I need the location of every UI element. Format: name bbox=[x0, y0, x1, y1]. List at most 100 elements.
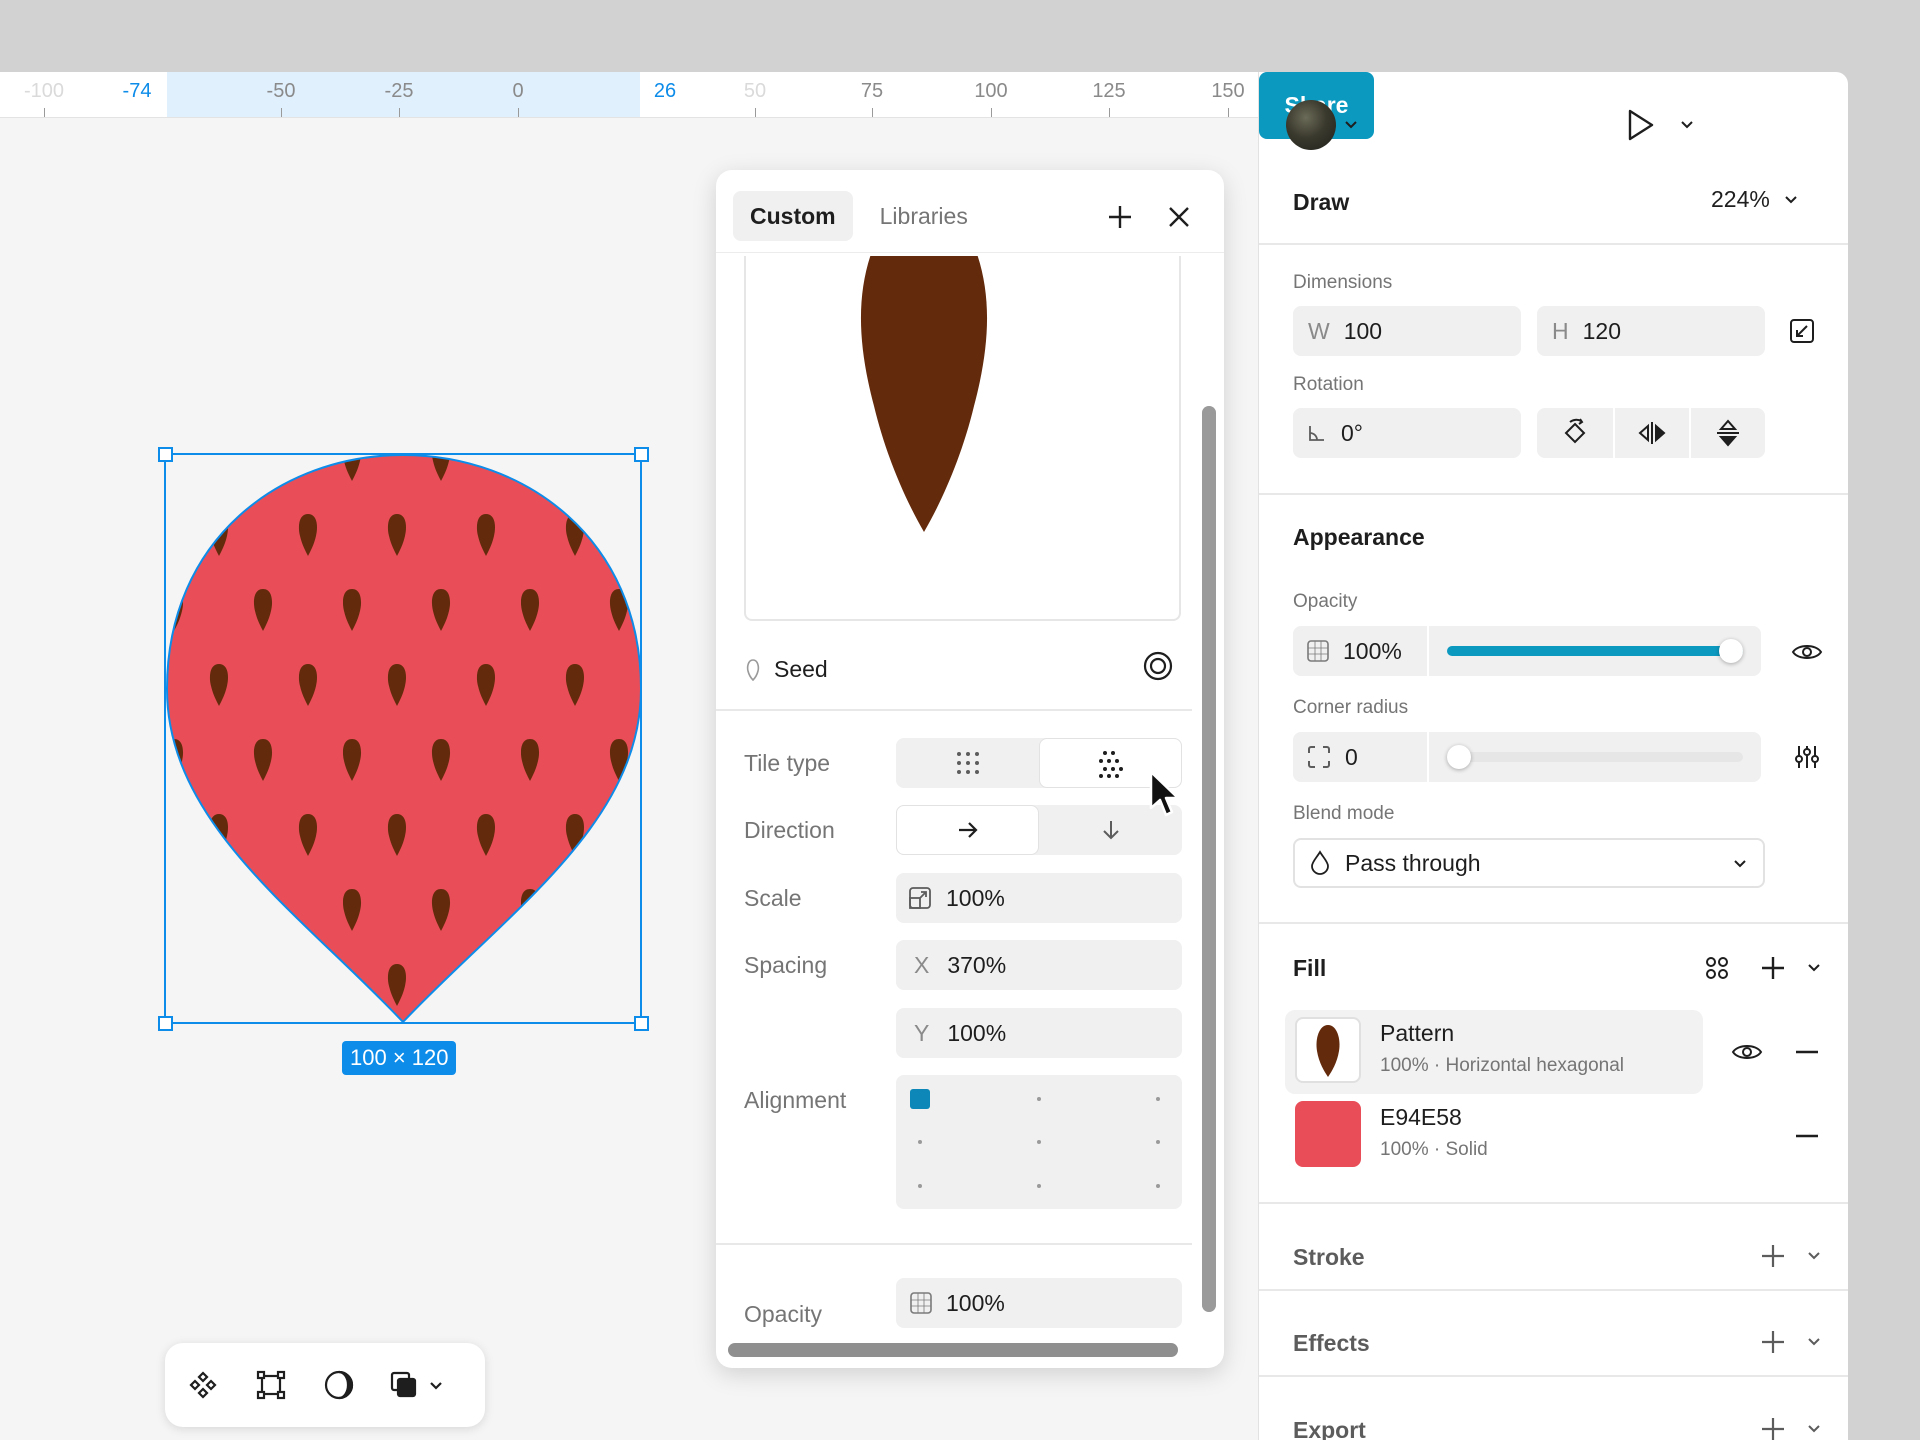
ruler-tick-selection-start: -74 bbox=[122, 80, 152, 102]
corner-radius-input[interactable]: 0 bbox=[1293, 732, 1429, 782]
alignment-grid[interactable] bbox=[896, 1075, 1182, 1209]
fill-item-pattern[interactable]: Pattern 100% · Horizontal hexagonal bbox=[1285, 1010, 1703, 1094]
ruler-tick-selection-end: 26 bbox=[653, 80, 677, 102]
mask-icon[interactable] bbox=[319, 1365, 359, 1405]
corner-radius-slider-thumb[interactable] bbox=[1447, 745, 1471, 769]
pattern-opacity-label: Opacity bbox=[744, 1301, 822, 1327]
opacity-slider[interactable] bbox=[1447, 639, 1743, 663]
width-input[interactable]: W 100 bbox=[1293, 306, 1521, 356]
styles-icon[interactable] bbox=[1699, 950, 1735, 986]
scale-input[interactable]: 100% bbox=[896, 873, 1182, 923]
spacing-x-prefix: X bbox=[914, 951, 930, 978]
pattern-opacity-input[interactable]: 100% bbox=[896, 1278, 1182, 1328]
pattern-fill-panel: Custom Libraries Seed Tile type Directio… bbox=[716, 170, 1224, 1368]
chevron-down-icon[interactable] bbox=[1677, 112, 1697, 138]
chevron-down-icon bbox=[1785, 195, 1797, 203]
opacity-slider-thumb[interactable] bbox=[1719, 639, 1743, 663]
user-menu[interactable] bbox=[1282, 99, 1362, 151]
opacity-input[interactable]: 100% bbox=[1293, 626, 1429, 676]
fill-item-detail: 100% · Horizontal hexagonal bbox=[1380, 1055, 1624, 1076]
flip-horizontal-icon[interactable] bbox=[1613, 408, 1689, 458]
fill-item-solid[interactable]: E94E58 100% · Solid bbox=[1285, 1094, 1703, 1178]
appearance-title: Appearance bbox=[1293, 524, 1425, 550]
resize-handle-top-left[interactable] bbox=[158, 447, 173, 462]
fill-item-name: Pattern bbox=[1380, 1020, 1455, 1046]
pattern-swatch[interactable] bbox=[1295, 1017, 1361, 1083]
ruler-tick: 50 bbox=[743, 80, 767, 102]
strawberry-shape[interactable] bbox=[164, 453, 643, 1024]
fill-item-detail: 100% · Solid bbox=[1380, 1139, 1488, 1160]
vertical-scrollbar[interactable] bbox=[1202, 406, 1216, 1312]
horizontal-scrollbar[interactable] bbox=[728, 1343, 1178, 1357]
ruler-tick: 0 bbox=[512, 80, 524, 102]
ruler-tick: -25 bbox=[384, 80, 414, 102]
resize-handle-top-right[interactable] bbox=[634, 447, 649, 462]
stroke-title[interactable]: Stroke bbox=[1293, 1244, 1365, 1271]
mode-label: Draw bbox=[1293, 189, 1350, 215]
rotation-input[interactable]: 0° bbox=[1293, 408, 1521, 458]
transform-buttons bbox=[1537, 408, 1765, 458]
eye-icon[interactable] bbox=[1789, 634, 1825, 670]
export-title[interactable]: Export bbox=[1293, 1417, 1366, 1440]
remove-fill-icon[interactable] bbox=[1789, 1118, 1825, 1154]
add-fill-icon[interactable] bbox=[1755, 950, 1791, 986]
tile-type-segmented bbox=[896, 738, 1182, 788]
corner-radius-slider[interactable] bbox=[1447, 745, 1743, 769]
seed-layer-icon bbox=[746, 658, 760, 681]
direction-segmented bbox=[896, 805, 1182, 855]
component-icon[interactable] bbox=[183, 1365, 223, 1405]
chevron-down-icon bbox=[1345, 121, 1357, 129]
spacing-x-input[interactable]: X 370% bbox=[896, 940, 1182, 990]
play-prototype-icon[interactable] bbox=[1621, 102, 1661, 148]
add-effect-icon[interactable] bbox=[1755, 1324, 1791, 1360]
height-prefix: H bbox=[1552, 317, 1569, 344]
scale-icon bbox=[908, 886, 932, 910]
add-icon[interactable] bbox=[1101, 198, 1139, 236]
direction-horizontal-option[interactable] bbox=[896, 805, 1039, 855]
close-icon[interactable] bbox=[1160, 198, 1198, 236]
chevron-down-icon bbox=[1734, 860, 1746, 868]
spacing-y-input[interactable]: Y 100% bbox=[896, 1008, 1182, 1058]
flip-vertical-icon[interactable] bbox=[1689, 408, 1765, 458]
chevron-down-icon[interactable] bbox=[1804, 957, 1824, 979]
bottom-toolbar bbox=[165, 1343, 485, 1427]
add-stroke-icon[interactable] bbox=[1755, 1238, 1791, 1274]
chevron-down-icon[interactable] bbox=[1804, 1418, 1824, 1440]
pattern-source-row[interactable]: Seed bbox=[746, 656, 828, 683]
opacity-checker-icon bbox=[1307, 640, 1329, 662]
independent-corners-icon[interactable] bbox=[1789, 739, 1825, 775]
zoom-value: 224% bbox=[1711, 186, 1770, 212]
boolean-ops-icon[interactable] bbox=[387, 1365, 447, 1405]
horizontal-ruler: -100 -74 -50 -25 0 26 50 75 100 125 150 bbox=[0, 72, 1258, 118]
eye-icon[interactable] bbox=[1729, 1034, 1765, 1070]
spacing-x-value: 370% bbox=[947, 951, 1007, 978]
selected-shape[interactable] bbox=[158, 447, 649, 1031]
resize-handle-bottom-left[interactable] bbox=[158, 1016, 173, 1031]
constrain-proportions-icon[interactable] bbox=[1785, 314, 1819, 348]
color-swatch[interactable] bbox=[1295, 1101, 1361, 1167]
pattern-source-preview bbox=[744, 256, 1181, 621]
scale-label: Scale bbox=[744, 885, 802, 911]
tab-libraries[interactable]: Libraries bbox=[863, 191, 985, 241]
remove-fill-icon[interactable] bbox=[1789, 1034, 1825, 1070]
add-export-icon[interactable] bbox=[1755, 1411, 1791, 1440]
opacity-checker-icon bbox=[910, 1292, 932, 1314]
tile-type-grid-option[interactable] bbox=[896, 738, 1039, 788]
rotate-90-icon[interactable] bbox=[1537, 408, 1613, 458]
zoom-control[interactable]: 224% bbox=[1711, 186, 1798, 213]
blend-mode-select[interactable]: Pass through bbox=[1293, 838, 1765, 888]
rotation-value: 0° bbox=[1341, 419, 1363, 446]
angle-icon bbox=[1307, 423, 1327, 443]
target-select-icon[interactable] bbox=[1140, 648, 1176, 684]
chevron-down-icon[interactable] bbox=[1804, 1245, 1824, 1267]
chevron-down-icon[interactable] bbox=[1804, 1331, 1824, 1353]
alignment-top-left-selected[interactable] bbox=[910, 1089, 930, 1109]
ruler-tick: 75 bbox=[860, 80, 884, 102]
tab-custom[interactable]: Custom bbox=[733, 191, 853, 241]
effects-title[interactable]: Effects bbox=[1293, 1330, 1370, 1357]
corner-radius-value: 0 bbox=[1345, 743, 1358, 770]
seed-preview-image bbox=[860, 256, 988, 532]
frame-selection-icon[interactable] bbox=[251, 1365, 291, 1405]
height-input[interactable]: H 120 bbox=[1537, 306, 1765, 356]
resize-handle-bottom-right[interactable] bbox=[634, 1016, 649, 1031]
